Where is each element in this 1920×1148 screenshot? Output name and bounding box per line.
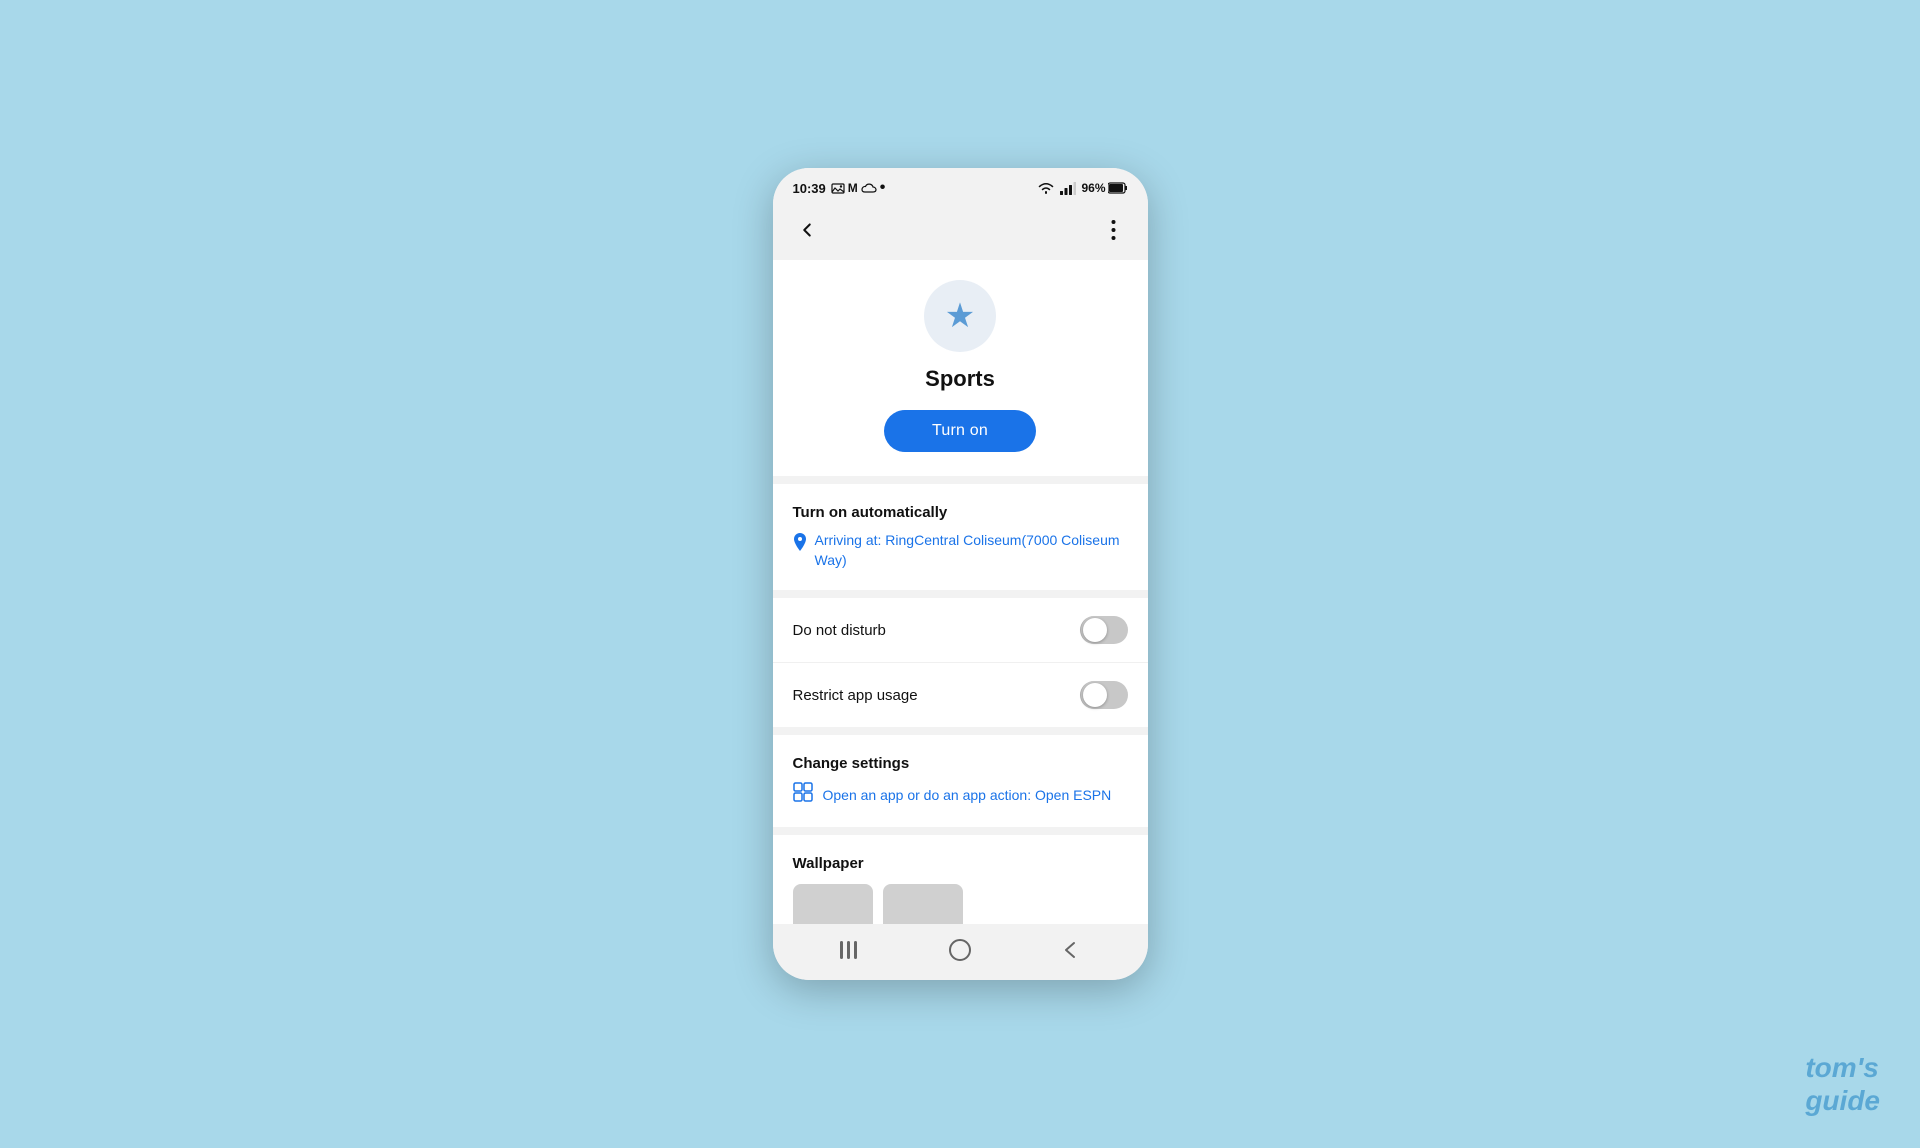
battery-display: 96% [1081, 181, 1127, 195]
top-nav [773, 204, 1148, 260]
dot-icon: • [880, 180, 886, 196]
bottom-nav [773, 924, 1148, 980]
wallpaper-section: Wallpaper [773, 835, 1148, 924]
hero-card: ★ Sports Turn on [773, 260, 1148, 476]
watermark: tom's guide [1805, 1051, 1880, 1118]
restrict-app-usage-toggle[interactable] [1080, 681, 1128, 709]
toggle-section: Do not disturb Restrict app usage [773, 598, 1148, 727]
back-nav-button[interactable] [1052, 934, 1092, 966]
restrict-app-usage-label: Restrict app usage [793, 687, 918, 704]
battery-icon [1108, 182, 1128, 194]
star-icon: ★ [945, 296, 975, 336]
wallpaper-preview-row [793, 884, 1128, 924]
wallpaper-thumb-2[interactable] [883, 884, 963, 924]
turn-on-automatically-card: Turn on automatically Arriving at: RingC… [773, 484, 1148, 590]
do-not-disturb-label: Do not disturb [793, 622, 886, 639]
wallpaper-thumb-1[interactable] [793, 884, 873, 924]
cloud-icon [861, 182, 877, 194]
status-icons: M • [831, 180, 886, 196]
more-options-button[interactable] [1096, 212, 1132, 248]
recent-apps-icon [840, 941, 857, 959]
recent-apps-button[interactable] [828, 934, 868, 966]
change-settings-header: Change settings [793, 755, 1128, 772]
gmail-icon: M [848, 181, 858, 195]
back-nav-icon [1060, 941, 1084, 959]
mode-icon-circle: ★ [924, 280, 996, 352]
signal-icon [1060, 181, 1076, 195]
status-bar: 10:39 M • 96% [773, 168, 1148, 204]
location-pin-icon [793, 533, 807, 556]
status-right-icons: 96% [1037, 181, 1127, 195]
turn-on-button[interactable]: Turn on [884, 410, 1036, 452]
location-row[interactable]: Arriving at: RingCentral Coliseum(7000 C… [793, 531, 1128, 570]
image-icon [831, 182, 845, 194]
do-not-disturb-toggle[interactable] [1080, 616, 1128, 644]
back-button[interactable] [789, 212, 825, 248]
phone-frame: 10:39 M • 96% [773, 168, 1148, 980]
app-action-icon [793, 782, 813, 807]
location-text: Arriving at: RingCentral Coliseum(7000 C… [815, 531, 1128, 570]
main-content: ★ Sports Turn on Turn on automatically A… [773, 260, 1148, 924]
app-action-row[interactable]: Open an app or do an app action: Open ES… [793, 782, 1128, 807]
wallpaper-header: Wallpaper [793, 855, 1128, 872]
restrict-app-usage-row: Restrict app usage [773, 663, 1148, 727]
do-not-disturb-row: Do not disturb [773, 598, 1148, 663]
mode-title: Sports [925, 366, 995, 392]
turn-on-automatically-header: Turn on automatically [793, 504, 1128, 521]
status-time: 10:39 M • [793, 180, 886, 196]
home-icon [949, 939, 971, 961]
wifi-icon [1037, 181, 1055, 195]
app-action-text: Open an app or do an app action: Open ES… [823, 787, 1112, 803]
home-button[interactable] [940, 934, 980, 966]
time-display: 10:39 [793, 181, 826, 196]
change-settings-section: Change settings Open an app or do an app… [773, 735, 1148, 827]
battery-percent: 96% [1081, 181, 1105, 195]
